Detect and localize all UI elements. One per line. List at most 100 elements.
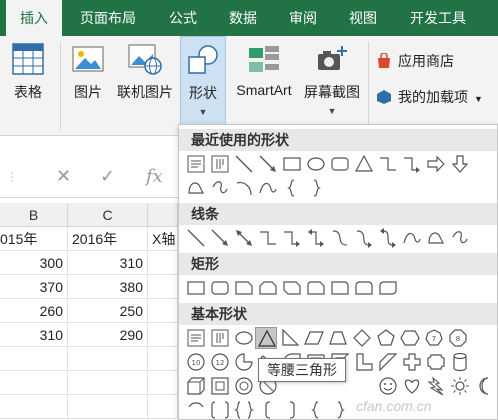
double-arrow-line-icon[interactable] [233, 227, 255, 249]
table-cell[interactable] [148, 395, 178, 419]
arc-icon[interactable] [185, 399, 207, 419]
column-header-c[interactable]: C [68, 203, 148, 227]
left-brace-icon[interactable] [305, 399, 327, 419]
curved-double-arrow-connector-icon[interactable] [377, 227, 399, 249]
curved-connector-icon[interactable] [329, 227, 351, 249]
line-icon[interactable] [233, 153, 255, 175]
line-icon[interactable] [185, 227, 207, 249]
table-cell[interactable] [148, 347, 178, 371]
octagon-icon[interactable]: 8 [447, 327, 469, 349]
lightning-bolt-icon[interactable] [425, 375, 447, 397]
pie-icon[interactable] [233, 351, 255, 373]
insert-function-icon[interactable]: fx [146, 166, 163, 187]
table-cell[interactable]: 310 [68, 251, 148, 275]
table-cell[interactable] [0, 395, 68, 419]
trapezoid-icon[interactable] [327, 327, 349, 349]
store-button[interactable]: 应用商店 [376, 50, 454, 72]
screenshot-button[interactable]: 屏幕截图 ▼ [300, 36, 364, 136]
right-brace-icon[interactable] [329, 399, 351, 419]
elbow-arrow-connector-icon[interactable] [281, 227, 303, 249]
right-brace-icon[interactable] [305, 177, 327, 199]
freeform-icon[interactable] [425, 227, 447, 249]
right-arrow-icon[interactable] [425, 153, 447, 175]
table-button[interactable]: 表格 [4, 36, 52, 136]
column-header-b[interactable]: B [0, 203, 68, 227]
oval-icon[interactable] [233, 327, 255, 349]
enter-icon[interactable]: ✓ [100, 166, 115, 187]
bevel-icon[interactable] [209, 375, 231, 397]
curved-arrow-connector-icon[interactable] [353, 227, 375, 249]
cross-icon[interactable] [401, 351, 423, 373]
scribble-icon[interactable] [209, 177, 231, 199]
table-cell[interactable]: 015年 [0, 227, 68, 251]
arrow-line-icon[interactable] [209, 227, 231, 249]
my-addins-button[interactable]: 我的加载项 ▼ [376, 86, 483, 108]
double-bracket-icon[interactable] [209, 399, 231, 419]
tab-data[interactable]: 数据 [216, 0, 270, 36]
cancel-icon[interactable]: ✕ [56, 166, 71, 187]
diagonal-stripe-icon[interactable] [377, 351, 399, 373]
picture-button[interactable]: 图片 [66, 36, 110, 136]
down-arrow-icon[interactable] [449, 153, 471, 175]
rounded-rectangle-icon[interactable] [329, 153, 351, 175]
tab-insert[interactable]: 插入 [6, 0, 62, 36]
l-shape-icon[interactable] [353, 351, 375, 373]
table-cell[interactable]: 260 [0, 299, 68, 323]
arc-icon[interactable] [233, 177, 255, 199]
parallelogram-icon[interactable] [303, 327, 325, 349]
left-bracket-icon[interactable] [257, 399, 279, 419]
table-cell[interactable]: X轴 [148, 227, 178, 251]
dodecagon-icon[interactable]: 12 [209, 351, 231, 373]
table-cell[interactable]: 290 [68, 323, 148, 347]
snip-same-side-rectangle-icon[interactable] [257, 277, 279, 299]
table-cell[interactable]: 2016年 [68, 227, 148, 251]
right-triangle-icon[interactable] [279, 327, 301, 349]
triangle-icon[interactable] [353, 153, 375, 175]
smartart-button[interactable]: SmartArt [230, 36, 298, 136]
rectangle-icon[interactable] [281, 153, 303, 175]
tab-view[interactable]: 视图 [336, 0, 390, 36]
elbow-connector-icon[interactable] [257, 227, 279, 249]
decagon-icon[interactable]: 10 [185, 351, 207, 373]
isosceles-triangle-icon[interactable] [255, 327, 277, 349]
left-brace-icon[interactable] [281, 177, 303, 199]
snip-round-rectangle-icon[interactable] [305, 277, 327, 299]
double-brace-icon[interactable] [233, 399, 255, 419]
table-cell[interactable] [68, 371, 148, 395]
elbow-connector-icon[interactable] [377, 153, 399, 175]
elbow-double-arrow-connector-icon[interactable] [305, 227, 327, 249]
wave-curve-icon[interactable] [257, 177, 279, 199]
table-cell[interactable] [148, 299, 178, 323]
table-cell[interactable]: 370 [0, 275, 68, 299]
vertical-textbox-icon[interactable] [209, 327, 231, 349]
moon-icon[interactable] [473, 375, 495, 397]
can-icon[interactable] [449, 351, 471, 373]
textbox-icon[interactable] [185, 153, 207, 175]
smiley-face-icon[interactable] [377, 375, 399, 397]
rounded-rectangle-icon[interactable] [209, 277, 231, 299]
tab-page-layout[interactable]: 页面布局 [66, 0, 150, 36]
round-diagonal-rectangle-icon[interactable] [377, 277, 399, 299]
round-same-side-rectangle-icon[interactable] [353, 277, 375, 299]
snip-corner-rectangle-icon[interactable] [233, 277, 255, 299]
pentagon-icon[interactable] [375, 327, 397, 349]
online-picture-button[interactable]: 联机图片 [114, 36, 176, 136]
hexagon-icon[interactable] [399, 327, 421, 349]
table-cell[interactable] [148, 251, 178, 275]
arrow-line-icon[interactable] [257, 153, 279, 175]
cube-icon[interactable] [185, 375, 207, 397]
shapes-button[interactable]: 形状 ▼ [180, 36, 226, 136]
plaque-icon[interactable] [425, 351, 447, 373]
scribble-icon[interactable] [449, 227, 471, 249]
diamond-icon[interactable] [351, 327, 373, 349]
textbox-icon[interactable] [185, 327, 207, 349]
oval-icon[interactable] [305, 153, 327, 175]
table-cell[interactable]: 380 [68, 275, 148, 299]
table-cell[interactable]: 310 [0, 323, 68, 347]
table-cell[interactable]: 250 [68, 299, 148, 323]
right-bracket-icon[interactable] [281, 399, 303, 419]
tab-developer[interactable]: 开发工具 [396, 0, 480, 36]
tab-review[interactable]: 审阅 [276, 0, 330, 36]
curve-icon[interactable] [401, 227, 423, 249]
donut-icon[interactable] [233, 375, 255, 397]
